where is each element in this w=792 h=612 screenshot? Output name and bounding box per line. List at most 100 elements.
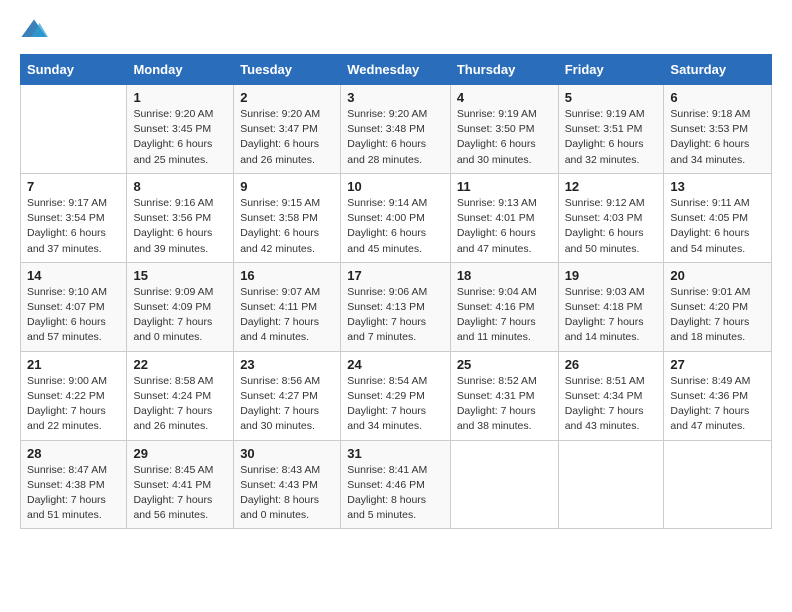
logo <box>20 16 52 44</box>
calendar-cell: 2Sunrise: 9:20 AMSunset: 3:47 PMDaylight… <box>234 85 341 174</box>
calendar-cell: 20 Sunrise: 9:01 AMSunset: 4:20 PMDayligh… <box>664 262 772 351</box>
day-info: Sunrise: 9:07 AMSunset: 4:11 PMDaylight:… <box>240 285 334 346</box>
day-info: Sunrise: 8:58 AMSunset: 4:24 PMDaylight:… <box>133 374 227 435</box>
day-number: 16 <box>240 268 334 283</box>
day-info: Sunrise: 9:19 AMSunset: 3:51 PMDaylight:… <box>565 107 658 168</box>
day-number: 9 <box>240 179 334 194</box>
day-number: 6 <box>670 90 765 105</box>
day-number: 30 <box>240 446 334 461</box>
day-info: Sunrise: 9:18 AMSunset: 3:53 PMDaylight:… <box>670 107 765 168</box>
day-info: Sunrise: 8:54 AMSunset: 4:29 PMDaylight:… <box>347 374 444 435</box>
day-info: Sunrise: 8:41 AMSunset: 4:46 PMDaylight:… <box>347 463 444 524</box>
day-info: Sunrise: 9:11 AMSunset: 4:05 PMDaylight:… <box>670 196 765 257</box>
day-number: 10 <box>347 179 444 194</box>
day-number: 25 <box>457 357 552 372</box>
day-number: 20 <box>670 268 765 283</box>
calendar-cell: 19Sunrise: 9:03 AMSunset: 4:18 PMDayligh… <box>558 262 664 351</box>
week-row-1: 1 Sunrise: 9:20 AMSunset: 3:45 PMDaylight… <box>21 85 772 174</box>
calendar-cell: 17 Sunrise: 9:06 AMSunset: 4:13 PMDayligh… <box>341 262 451 351</box>
day-number: 31 <box>347 446 444 461</box>
day-info: Sunrise: 8:52 AMSunset: 4:31 PMDaylight:… <box>457 374 552 435</box>
day-number: 8 <box>133 179 227 194</box>
page-container: SundayMondayTuesdayWednesdayThursdayFrid… <box>0 0 792 545</box>
week-row-3: 14Sunrise: 9:10 AMSunset: 4:07 PMDayligh… <box>21 262 772 351</box>
weekday-header-tuesday: Tuesday <box>234 55 341 85</box>
calendar-cell <box>558 440 664 529</box>
day-info: Sunrise: 8:43 AMSunset: 4:43 PMDaylight:… <box>240 463 334 524</box>
logo-icon <box>20 16 48 44</box>
day-number: 5 <box>565 90 658 105</box>
calendar-cell: 28 Sunrise: 8:47 AMSunset: 4:38 PMDayligh… <box>21 440 127 529</box>
day-info: Sunrise: 9:01 AMSunset: 4:20 PMDaylight:… <box>670 285 765 346</box>
calendar-cell: 25 Sunrise: 8:52 AMSunset: 4:31 PMDayligh… <box>450 351 558 440</box>
calendar-cell: 18 Sunrise: 9:04 AMSunset: 4:16 PMDayligh… <box>450 262 558 351</box>
day-number: 29 <box>133 446 227 461</box>
weekday-header-wednesday: Wednesday <box>341 55 451 85</box>
weekday-header-sunday: Sunday <box>21 55 127 85</box>
day-info: Sunrise: 8:47 AMSunset: 4:38 PMDaylight:… <box>27 463 120 524</box>
day-info: Sunrise: 9:06 AMSunset: 4:13 PMDaylight:… <box>347 285 444 346</box>
day-number: 24 <box>347 357 444 372</box>
weekday-header-monday: Monday <box>127 55 234 85</box>
day-info: Sunrise: 9:00 AMSunset: 4:22 PMDaylight:… <box>27 374 120 435</box>
calendar-cell: 23 Sunrise: 8:56 AMSunset: 4:27 PMDayligh… <box>234 351 341 440</box>
day-info: Sunrise: 9:12 AMSunset: 4:03 PMDaylight:… <box>565 196 658 257</box>
calendar-cell: 12 Sunrise: 9:12 AMSunset: 4:03 PMDayligh… <box>558 173 664 262</box>
day-number: 11 <box>457 179 552 194</box>
day-info: Sunrise: 9:09 AMSunset: 4:09 PMDaylight:… <box>133 285 227 346</box>
day-info: Sunrise: 8:51 AMSunset: 4:34 PMDaylight:… <box>565 374 658 435</box>
day-number: 28 <box>27 446 120 461</box>
day-number: 21 <box>27 357 120 372</box>
day-info: Sunrise: 9:20 AMSunset: 3:45 PMDaylight:… <box>133 107 227 168</box>
day-number: 22 <box>133 357 227 372</box>
calendar-cell: 9 Sunrise: 9:15 AMSunset: 3:58 PMDaylight… <box>234 173 341 262</box>
day-number: 17 <box>347 268 444 283</box>
day-number: 7 <box>27 179 120 194</box>
day-number: 18 <box>457 268 552 283</box>
day-number: 13 <box>670 179 765 194</box>
day-number: 12 <box>565 179 658 194</box>
day-info: Sunrise: 8:56 AMSunset: 4:27 PMDaylight:… <box>240 374 334 435</box>
weekday-header-friday: Friday <box>558 55 664 85</box>
day-number: 1 <box>133 90 227 105</box>
calendar-cell: 31 Sunrise: 8:41 AMSunset: 4:46 PMDayligh… <box>341 440 451 529</box>
calendar-cell: 1 Sunrise: 9:20 AMSunset: 3:45 PMDaylight… <box>127 85 234 174</box>
day-info: Sunrise: 9:04 AMSunset: 4:16 PMDaylight:… <box>457 285 552 346</box>
header <box>20 16 772 44</box>
calendar-cell: 11 Sunrise: 9:13 AMSunset: 4:01 PMDayligh… <box>450 173 558 262</box>
day-info: Sunrise: 9:19 AMSunset: 3:50 PMDaylight:… <box>457 107 552 168</box>
calendar-cell: 8Sunrise: 9:16 AMSunset: 3:56 PMDaylight… <box>127 173 234 262</box>
weekday-header-thursday: Thursday <box>450 55 558 85</box>
calendar-cell: 6 Sunrise: 9:18 AMSunset: 3:53 PMDaylight… <box>664 85 772 174</box>
day-number: 26 <box>565 357 658 372</box>
day-info: Sunrise: 9:14 AMSunset: 4:00 PMDaylight:… <box>347 196 444 257</box>
day-number: 3 <box>347 90 444 105</box>
day-number: 23 <box>240 357 334 372</box>
calendar-cell: 29Sunrise: 8:45 AMSunset: 4:41 PMDayligh… <box>127 440 234 529</box>
calendar-header-row: SundayMondayTuesdayWednesdayThursdayFrid… <box>21 55 772 85</box>
calendar-cell: 26 Sunrise: 8:51 AMSunset: 4:34 PMDayligh… <box>558 351 664 440</box>
day-info: Sunrise: 9:15 AMSunset: 3:58 PMDaylight:… <box>240 196 334 257</box>
calendar-cell: 22 Sunrise: 8:58 AMSunset: 4:24 PMDayligh… <box>127 351 234 440</box>
day-info: Sunrise: 9:17 AMSunset: 3:54 PMDaylight:… <box>27 196 120 257</box>
day-info: Sunrise: 9:13 AMSunset: 4:01 PMDaylight:… <box>457 196 552 257</box>
day-info: Sunrise: 9:20 AMSunset: 3:47 PMDaylight:… <box>240 107 334 168</box>
calendar-cell: 4Sunrise: 9:19 AMSunset: 3:50 PMDaylight… <box>450 85 558 174</box>
calendar-cell: 24 Sunrise: 8:54 AMSunset: 4:29 PMDayligh… <box>341 351 451 440</box>
calendar-cell: 15Sunrise: 9:09 AMSunset: 4:09 PMDayligh… <box>127 262 234 351</box>
calendar-cell: 14Sunrise: 9:10 AMSunset: 4:07 PMDayligh… <box>21 262 127 351</box>
calendar-cell: 10 Sunrise: 9:14 AMSunset: 4:00 PMDayligh… <box>341 173 451 262</box>
calendar-cell: 21 Sunrise: 9:00 AMSunset: 4:22 PMDayligh… <box>21 351 127 440</box>
calendar-cell <box>450 440 558 529</box>
calendar-table: SundayMondayTuesdayWednesdayThursdayFrid… <box>20 54 772 529</box>
calendar-cell <box>21 85 127 174</box>
calendar-cell <box>664 440 772 529</box>
calendar-cell: 16 Sunrise: 9:07 AMSunset: 4:11 PMDayligh… <box>234 262 341 351</box>
day-number: 19 <box>565 268 658 283</box>
calendar-cell: 13 Sunrise: 9:11 AMSunset: 4:05 PMDayligh… <box>664 173 772 262</box>
day-info: Sunrise: 9:20 AMSunset: 3:48 PMDaylight:… <box>347 107 444 168</box>
calendar-cell: 30 Sunrise: 8:43 AMSunset: 4:43 PMDayligh… <box>234 440 341 529</box>
calendar-cell: 5 Sunrise: 9:19 AMSunset: 3:51 PMDaylight… <box>558 85 664 174</box>
calendar-cell: 3 Sunrise: 9:20 AMSunset: 3:48 PMDaylight… <box>341 85 451 174</box>
day-number: 27 <box>670 357 765 372</box>
